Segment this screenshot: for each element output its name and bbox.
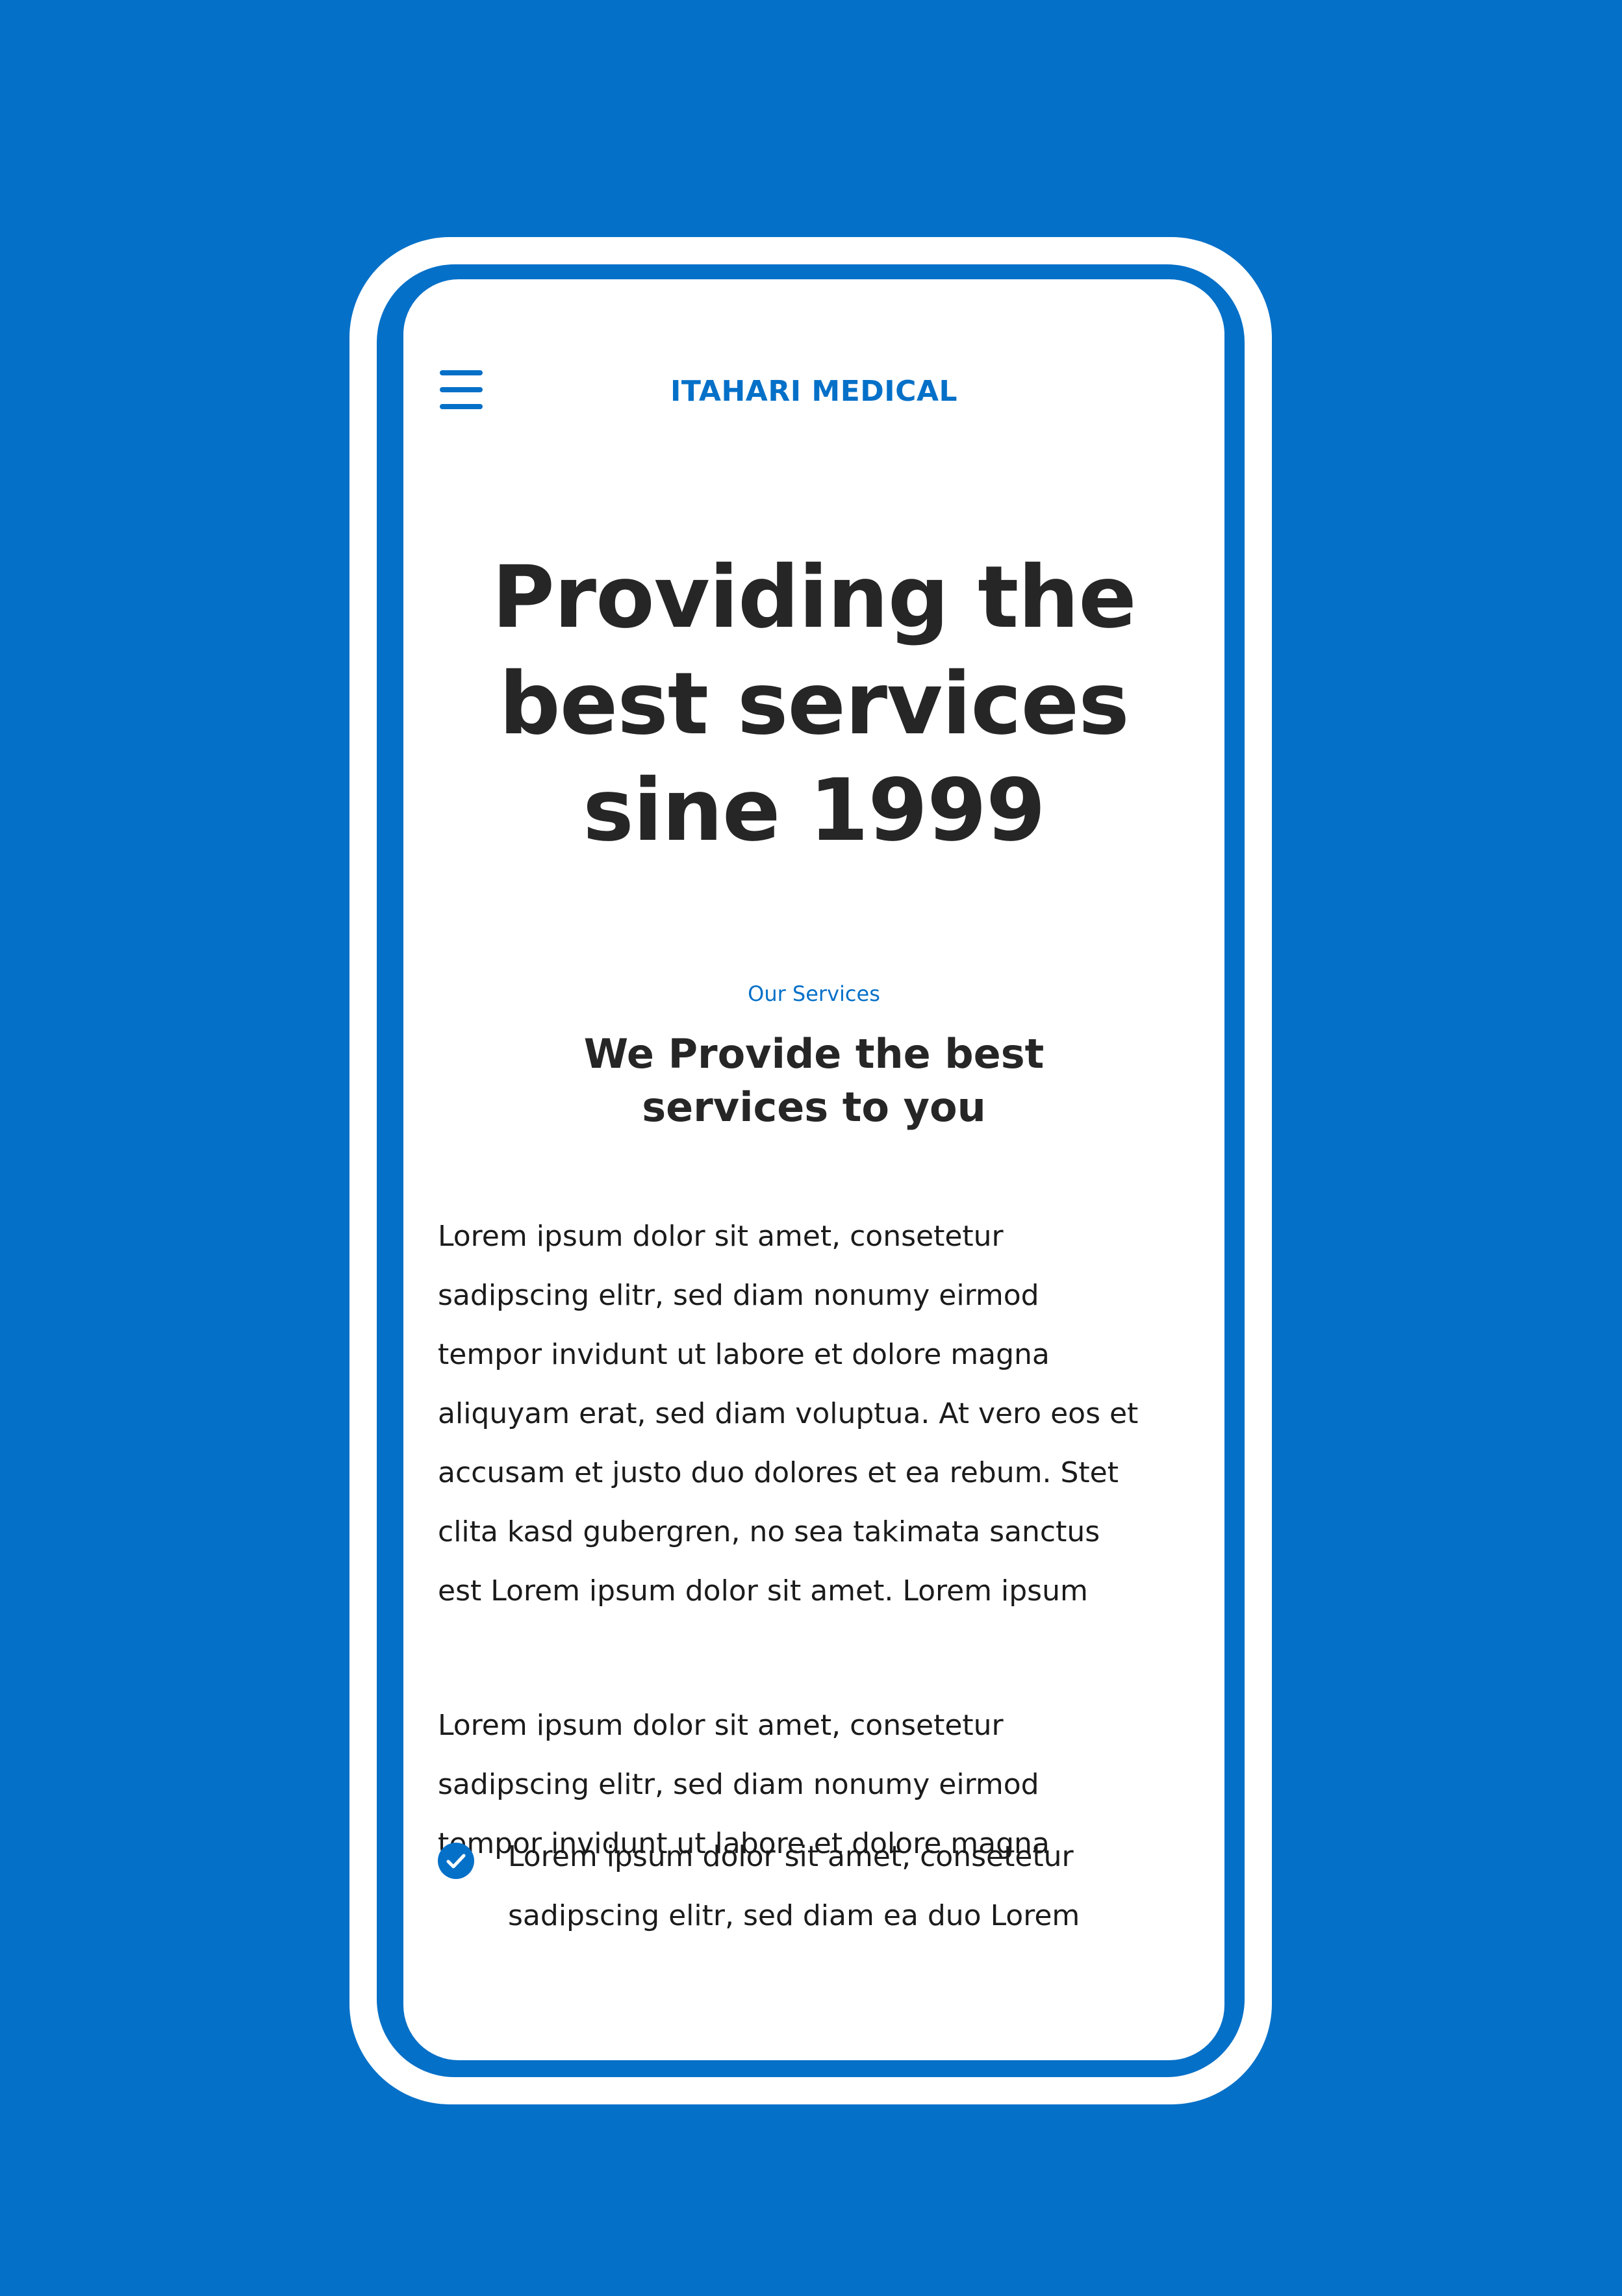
paragraph-line: aliquyam erat, sed diam voluptua. At ver…: [438, 1397, 1139, 1430]
phone-screen: ITAHARI MEDICAL Providing the best servi…: [403, 279, 1224, 2060]
check-list-line: sadipscing elitr, sed diam ea duo Lorem: [508, 1899, 1080, 1932]
page-background: ITAHARI MEDICAL Providing the best servi…: [0, 0, 1622, 2296]
paragraph-line: tempor invidunt ut labore et dolore magn…: [438, 1338, 1050, 1371]
hero-title-line: sine 1999: [583, 761, 1046, 861]
site-logo-text[interactable]: ITAHARI MEDICAL: [403, 375, 1224, 408]
check-circle-icon: [438, 1843, 474, 1879]
hero-title-line: Providing the: [492, 548, 1137, 648]
paragraph-line: est Lorem ipsum dolor sit amet. Lorem ip…: [438, 1574, 1088, 1608]
paragraph-line: clita kasd gubergren, no sea takimata sa…: [438, 1515, 1100, 1548]
section-eyebrow: Our Services: [748, 981, 880, 1006]
paragraph-line: sadipscing elitr, sed diam nonumy eirmod: [438, 1279, 1039, 1312]
check-list-line: Lorem ipsum dolor sit amet, consetetur: [508, 1840, 1074, 1873]
paragraph-line: accusam et justo duo dolores et ea rebum…: [438, 1456, 1119, 1489]
section-title-line: We Provide the best: [583, 1030, 1045, 1078]
paragraph-line: sadipscing elitr, sed diam nonumy eirmod: [438, 1768, 1039, 1801]
section-title-line: services to you: [642, 1083, 986, 1131]
paragraph-line: Lorem ipsum dolor sit amet, consetetur: [438, 1709, 1004, 1742]
body-paragraph: Lorem ipsum dolor sit amet, consetetur s…: [438, 1207, 1211, 1621]
hero-title: Providing the best services sine 1999: [455, 544, 1172, 864]
section-title: We Provide the best services to you: [481, 1028, 1147, 1134]
check-list-text: Lorem ipsum dolor sit amet, consetetur s…: [508, 1827, 1190, 1945]
paragraph-line: Lorem ipsum dolor sit amet, consetetur: [438, 1220, 1004, 1253]
hero-title-line: best services: [499, 654, 1129, 754]
